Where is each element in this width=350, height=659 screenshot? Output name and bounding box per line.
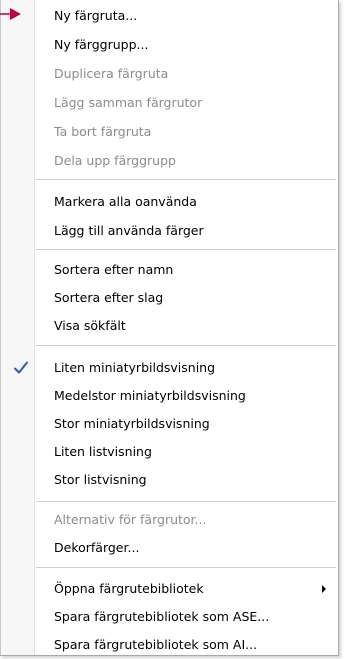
submenu-arrow-icon	[322, 585, 326, 593]
menu-item-sortera-efter-slag[interactable]: Sortera efter slag	[54, 284, 328, 312]
menu-separator	[36, 345, 336, 347]
menu-item-lagg-samman-fargrutor: Lägg samman färgrutor	[54, 95, 203, 110]
menu-separator	[36, 249, 336, 251]
menu-item-ny-farggrupp[interactable]: Ny färggrupp...	[54, 31, 328, 59]
menu-item-liten-miniatyrbildsvisning[interactable]: Liten miniatyrbildsvisning	[54, 354, 328, 382]
menu-separator	[36, 179, 336, 181]
menu-item-medelstor-miniatyrbildsvisning[interactable]: Medelstor miniatyrbildsvisning	[54, 382, 328, 410]
menu-item-dekorfarger[interactable]: Dekorfärger...	[54, 534, 328, 562]
callout-arrow-icon	[0, 8, 21, 20]
menu-left-edge	[0, 0, 1, 655]
menu-item-markera-alla-oanvanda[interactable]: Markera alla oanvända	[54, 188, 328, 216]
checkmark-icon	[14, 361, 28, 374]
menu-separator	[36, 567, 336, 569]
menu-item-visa-sokfalt[interactable]: Visa sökfält	[54, 312, 328, 340]
menu-item-liten-listvisning[interactable]: Liten listvisning	[54, 438, 328, 466]
menu-item-stor-listvisning[interactable]: Stor listvisning	[54, 466, 328, 494]
menu-separator	[36, 501, 336, 503]
menu-item-spara-som-ase[interactable]: Spara färgrutebibliotek som ASE...	[54, 603, 328, 631]
menu-icon-gutter	[0, 0, 35, 655]
panel-flyout-menu: Ny färgruta... Ny färggrupp... Duplicera…	[0, 0, 339, 656]
menu-item-stor-miniatyrbildsvisning[interactable]: Stor miniatyrbildsvisning	[54, 410, 328, 438]
menu-item-oppna-fargrutebibliotek[interactable]: Öppna färgrutebibliotek	[54, 575, 328, 603]
menu-item-dela-upp-farggrupp: Dela upp färggrupp	[54, 153, 176, 168]
menu-item-alternativ-for-fargrutor: Alternativ för färgrutor...	[54, 512, 207, 527]
menu-item-duplicera-fargruta: Duplicera färgruta	[54, 66, 169, 81]
menu-item-sortera-efter-namn[interactable]: Sortera efter namn	[54, 256, 328, 284]
menu-item-ta-bort-fargruta: Ta bort färgruta	[54, 124, 152, 139]
menu-item-lagg-till-anvanda-farger[interactable]: Lägg till använda färger	[54, 217, 328, 245]
menu-item-spara-som-ai[interactable]: Spara färgrutebibliotek som AI...	[54, 631, 328, 659]
menu-item-ny-fargruta[interactable]: Ny färgruta...	[54, 2, 328, 30]
